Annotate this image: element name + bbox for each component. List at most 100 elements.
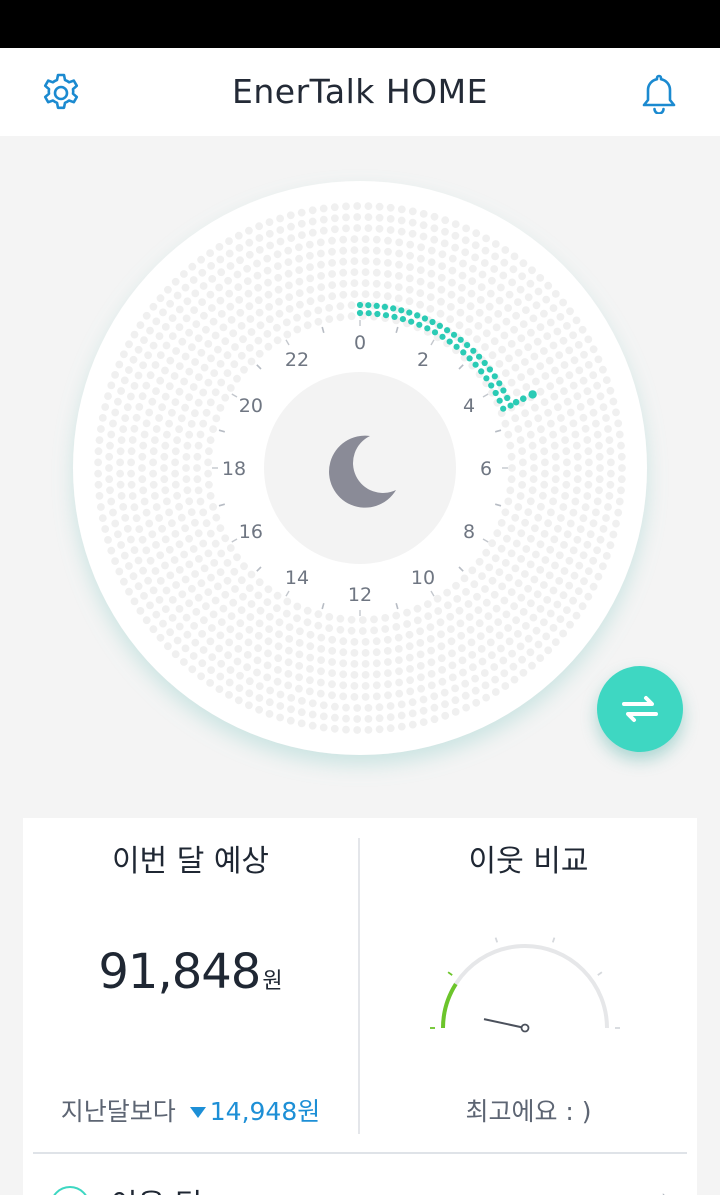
forecast-compare: 지난달보다 14,948원 [23,1092,358,1128]
dial-dot [395,260,403,269]
dial-dot [540,530,549,538]
dial-dot [217,378,226,387]
dial-dot [526,367,535,376]
dial-dot [125,587,133,596]
dial-dot [501,246,510,254]
notifications-button[interactable] [634,68,684,118]
dial-dot [117,492,126,500]
dial-dot [466,302,475,311]
dial-dot [605,436,614,444]
dial-dot [500,258,509,267]
monthly-forecast-panel[interactable]: 이번 달 예상 91,848원 지난달보다 14,948원 [23,818,358,1148]
usage-dot [431,329,439,336]
dial-dot [486,638,495,647]
page-title: EnerTalk HOME [232,72,488,111]
dial-dot [254,336,263,345]
dial-dot [534,513,543,522]
dial-dot [297,719,306,728]
dial-dot [507,588,516,596]
dial-dot [231,343,239,351]
dial-dot [295,266,304,274]
dial-dot [384,691,392,700]
dial-dot [524,634,533,643]
dial-dot [226,544,235,552]
dial-dot [461,679,470,688]
dial-dot [495,360,504,368]
dial-dot [165,419,173,428]
dial-dot [395,667,403,676]
dial-dot [273,677,282,686]
dial-dot [285,305,294,313]
dial-dot [305,240,314,249]
hour-label: 22 [285,349,309,371]
dial-dot [306,285,315,294]
dial-dot [130,382,139,390]
dial-dot [144,351,152,360]
compare-delta: 14,948원 [209,1097,321,1126]
dial-dot [339,268,348,277]
dial-dot [397,711,406,720]
dial-dot [419,221,428,230]
dial-dot [274,666,282,674]
dial-dot [282,609,291,618]
usage-dot [460,349,467,356]
dial-dot [285,646,293,655]
usage-dot [453,343,460,350]
dial-dot [560,361,569,369]
dial-dot [236,619,245,628]
tips-row[interactable]: 이용 팁 › [0,1160,720,1195]
dial-dot [198,268,207,277]
dial-dot [319,712,328,721]
dial-dot [287,234,296,242]
dial-dot [375,224,384,233]
dial-dot [552,464,560,472]
dial-dot [553,600,562,609]
dial-dot [211,596,220,605]
dial-dot [584,480,593,489]
dial-dot [529,475,538,483]
dial-dot [403,620,411,628]
dial-dot [105,452,114,461]
usage-dot [491,373,498,380]
dial-dot [504,304,512,312]
dial-dot [381,614,390,622]
dial-dot [325,304,334,312]
swap-view-button[interactable] [597,666,683,752]
dial-dot [386,226,395,234]
dial-dot [163,430,171,439]
dial-dot [584,335,593,344]
down-arrow-icon [189,1106,206,1118]
dial-dot [444,601,452,610]
dial-dot [550,441,559,450]
dial-dot [569,546,578,555]
dial-dot [436,309,445,318]
dial-dot [403,608,411,617]
dial-dot [468,651,477,659]
dial-dot [540,581,548,589]
dial-dot [514,503,523,511]
dial-dot [438,677,447,686]
usage-dot [390,305,397,312]
dial-dot [361,649,370,657]
neighbor-compare-panel[interactable]: 이웃 비교 최고에요 : ) [360,818,697,1148]
dial-dot [408,698,417,707]
dial-dot [430,235,439,244]
dial-dot [461,248,470,257]
dial-dot [235,296,244,304]
dial-dot [583,540,592,549]
dial-dot [276,713,284,722]
dial-dot [476,296,485,304]
dial-dot [197,348,206,357]
dial-dot [579,551,588,560]
dial-dot [372,268,381,277]
dial-dot [419,695,428,704]
dial-dot [285,281,293,290]
dial-dot [529,314,538,323]
dial-dot [287,705,295,714]
dial-dot [451,696,460,705]
dial-graphic: 0 2 4 6 8 10 12 14 16 18 20 22 [73,181,647,755]
dial-dot [328,247,336,256]
dial-dot [498,582,506,591]
dial-dot [476,632,485,640]
dial-center [264,372,456,564]
